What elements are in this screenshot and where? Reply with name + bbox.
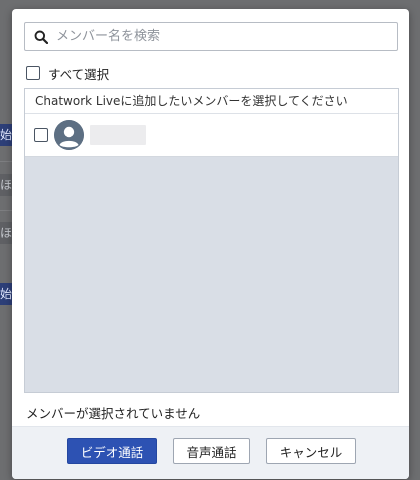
user-avatar-icon	[54, 120, 84, 150]
member-list-instruction: Chatwork Liveに追加したいメンバーを選択してください	[25, 89, 398, 114]
select-all-checkbox[interactable]	[26, 66, 40, 80]
member-search-input[interactable]	[52, 24, 397, 49]
dialog-footer: ビデオ通話 音声通話 キャンセル	[12, 426, 409, 479]
voice-call-button[interactable]: 音声通話	[173, 438, 250, 464]
select-all-toggle[interactable]: すべて選択	[26, 64, 109, 82]
member-checkbox[interactable]	[34, 128, 48, 142]
member-list-item[interactable]	[25, 114, 398, 157]
search-box	[24, 22, 398, 51]
cancel-button[interactable]: キャンセル	[266, 438, 356, 464]
member-list: Chatwork Liveに追加したいメンバーを選択してください	[24, 88, 399, 393]
search-icon	[30, 26, 52, 48]
video-call-button[interactable]: ビデオ通話	[67, 438, 157, 464]
selection-status: メンバーが選択されていません	[26, 406, 201, 421]
add-member-dialog: すべて選択 Chatwork Liveに追加したいメンバーを選択してください メ…	[12, 9, 409, 479]
select-all-label: すべて選択	[48, 66, 110, 82]
member-name	[90, 125, 146, 145]
